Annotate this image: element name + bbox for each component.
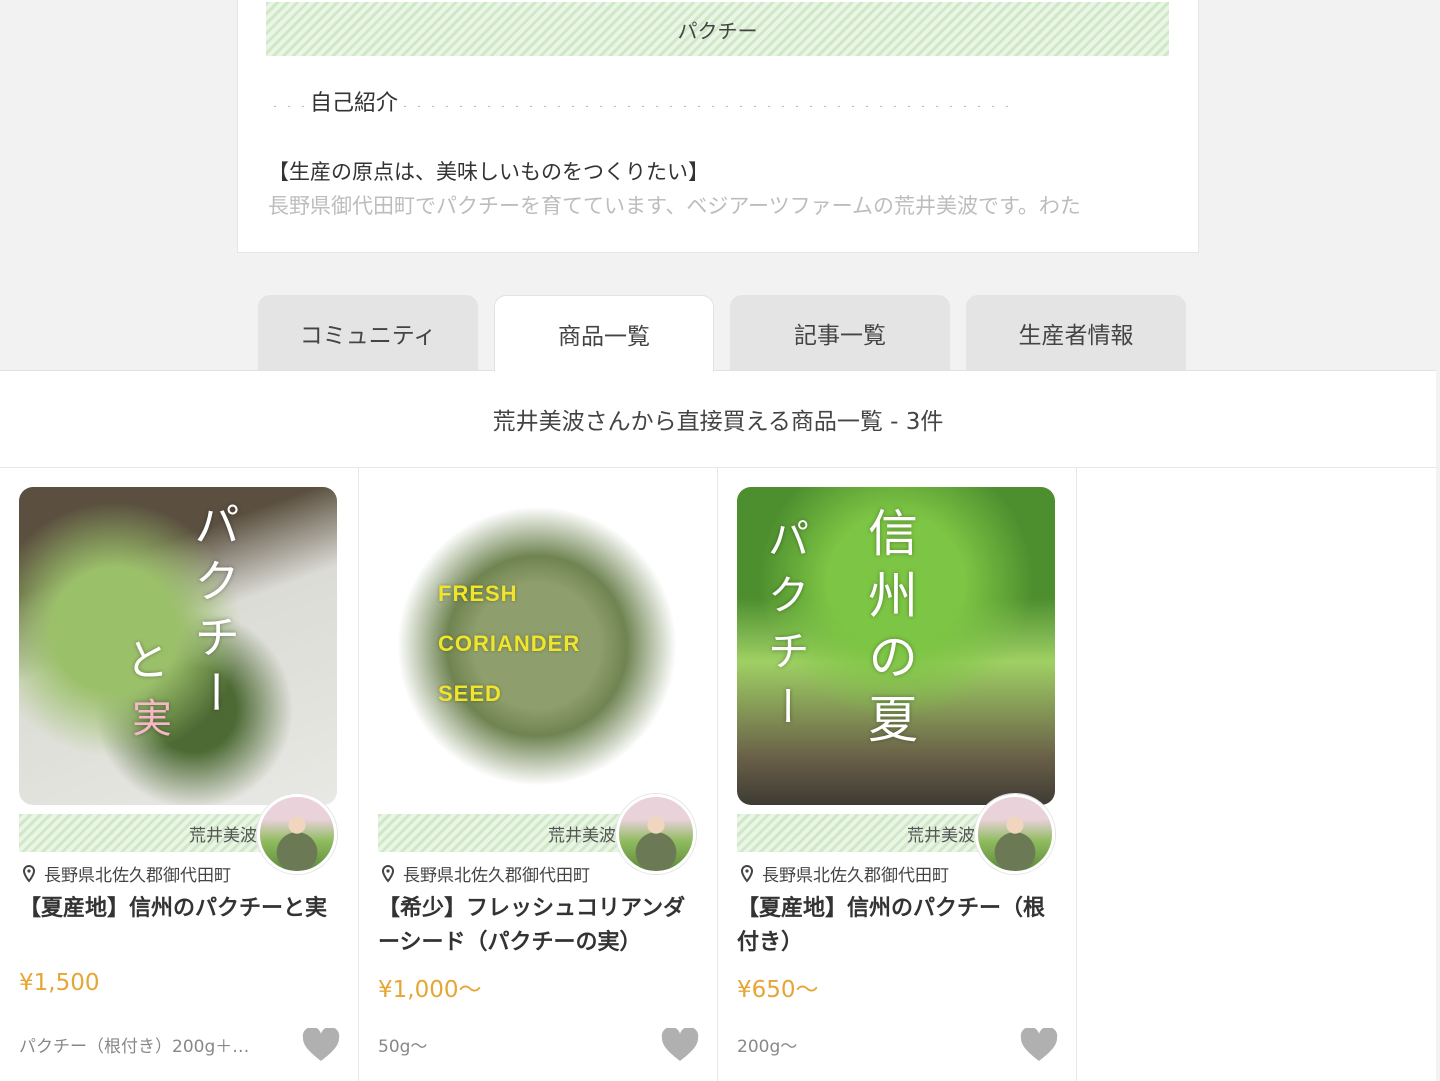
producer-name: 荒井美波 bbox=[548, 825, 616, 846]
tab-products[interactable]: 商品一覧 bbox=[494, 295, 714, 372]
intro-heading-label: 自己紹介 bbox=[310, 91, 399, 116]
image-caption: と bbox=[118, 637, 169, 681]
heart-icon[interactable] bbox=[661, 1028, 699, 1062]
producer-band[interactable]: 荒井美波 bbox=[378, 814, 632, 852]
tab-articles[interactable]: 記事一覧 bbox=[730, 295, 950, 371]
tab-label: コミュニティ bbox=[299, 323, 437, 349]
location-label: 長野県北佐久郡御代田町 bbox=[44, 866, 231, 886]
tag-label: パクチー bbox=[677, 18, 758, 43]
product-title[interactable]: 【夏産地】信州のパクチー（根付き） bbox=[737, 892, 1047, 960]
profile-card: パクチー 自己紹介 【生産の原点は、美味しいものをつくりたい】 長野県御代田町で… bbox=[237, 0, 1199, 253]
producer-band[interactable]: 荒井美波 bbox=[737, 814, 991, 852]
dotted-divider bbox=[398, 105, 1008, 107]
tab-community[interactable]: コミュニティ bbox=[258, 295, 478, 371]
product-spec: 200g〜 bbox=[737, 1037, 798, 1057]
product-price: ¥1,500 bbox=[19, 970, 100, 996]
map-pin-icon bbox=[22, 864, 36, 883]
intro-body: 長野県御代田町でパクチーを育てています、ベジアーツファームの荒井美波です。わた bbox=[268, 194, 1081, 218]
product-card[interactable]: FRESH CORIANDER SEED 荒井美波 長野県北佐久郡御代田町 【希… bbox=[359, 468, 718, 1081]
map-pin-icon bbox=[740, 864, 754, 883]
tag-banner[interactable]: パクチー bbox=[266, 2, 1169, 56]
section-title-label: 荒井美波さんから直接買える商品一覧 - 3件 bbox=[492, 409, 944, 435]
location: 長野県北佐久郡御代田町 bbox=[381, 861, 590, 886]
producer-avatar[interactable] bbox=[257, 794, 337, 874]
product-image[interactable]: パクチー と 実 bbox=[19, 487, 337, 805]
image-caption: パクチー bbox=[761, 517, 810, 741]
tab-label: 商品一覧 bbox=[558, 324, 650, 350]
product-price: ¥1,000〜 bbox=[378, 977, 482, 1003]
image-caption: CORIANDER bbox=[438, 631, 581, 656]
image-caption: 実 bbox=[125, 697, 171, 737]
product-title[interactable]: 【希少】フレッシュコリアンダーシード（パクチーの実） bbox=[378, 892, 688, 960]
producer-avatar[interactable] bbox=[616, 794, 696, 874]
heart-icon[interactable] bbox=[302, 1028, 340, 1062]
intro-title: 【生産の原点は、美味しいものをつくりたい】 bbox=[268, 160, 709, 184]
product-list: パクチー と 実 荒井美波 長野県北佐久郡御代田町 【夏産地】信州のパクチーと実… bbox=[0, 468, 1436, 1081]
producer-name: 荒井美波 bbox=[907, 825, 975, 846]
map-pin-icon bbox=[381, 864, 395, 883]
location-label: 長野県北佐久郡御代田町 bbox=[403, 866, 590, 886]
dotted-divider bbox=[268, 105, 310, 107]
section-title: 荒井美波さんから直接買える商品一覧 - 3件 bbox=[0, 371, 1436, 468]
image-caption: 信州の夏 bbox=[860, 507, 918, 755]
product-image[interactable]: 信州の夏 パクチー bbox=[737, 487, 1055, 805]
tab-label: 生産者情報 bbox=[1018, 323, 1134, 349]
product-card[interactable]: パクチー と 実 荒井美波 長野県北佐久郡御代田町 【夏産地】信州のパクチーと実… bbox=[0, 468, 359, 1081]
intro-heading: 自己紹介 bbox=[268, 86, 1008, 116]
location: 長野県北佐久郡御代田町 bbox=[22, 861, 231, 886]
tab-label: 記事一覧 bbox=[794, 323, 886, 349]
image-caption: FRESH bbox=[438, 581, 518, 606]
product-image[interactable]: FRESH CORIANDER SEED bbox=[378, 487, 696, 805]
product-spec: パクチー（根付き）200g＋… bbox=[19, 1037, 250, 1057]
location: 長野県北佐久郡御代田町 bbox=[740, 861, 949, 886]
product-price: ¥650〜 bbox=[737, 977, 819, 1003]
tab-bar: コミュニティ 商品一覧 記事一覧 生産者情報 bbox=[258, 295, 1186, 372]
product-section: 荒井美波さんから直接買える商品一覧 - 3件 パクチー と 実 荒井美波 長野県… bbox=[0, 370, 1436, 1081]
image-caption: SEED bbox=[438, 681, 502, 706]
producer-avatar[interactable] bbox=[975, 794, 1055, 874]
product-spec: 50g〜 bbox=[378, 1037, 428, 1057]
tab-producer-info[interactable]: 生産者情報 bbox=[966, 295, 1186, 371]
producer-band[interactable]: 荒井美波 bbox=[19, 814, 273, 852]
product-card[interactable]: 信州の夏 パクチー 荒井美波 長野県北佐久郡御代田町 【夏産地】信州のパクチー（… bbox=[718, 468, 1077, 1081]
producer-name: 荒井美波 bbox=[189, 825, 257, 846]
product-title[interactable]: 【夏産地】信州のパクチーと実 bbox=[19, 892, 329, 926]
heart-icon[interactable] bbox=[1020, 1028, 1058, 1062]
location-label: 長野県北佐久郡御代田町 bbox=[762, 866, 949, 886]
image-caption: パクチー bbox=[187, 501, 241, 725]
